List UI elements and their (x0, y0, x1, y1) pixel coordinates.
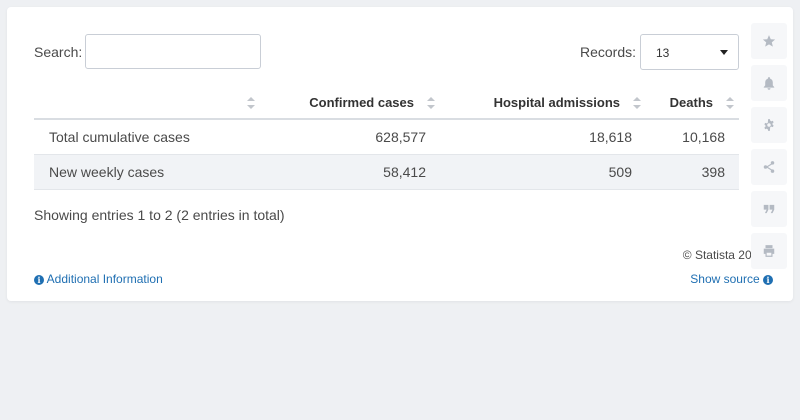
settings-button[interactable] (751, 107, 787, 143)
notification-button[interactable] (751, 65, 787, 101)
cite-button[interactable] (751, 191, 787, 227)
print-icon (763, 245, 775, 257)
records-select[interactable]: 13 (640, 34, 739, 70)
confirmed-cases-cell: 628,577 (260, 119, 440, 155)
bell-icon (763, 77, 775, 90)
bookmark-button[interactable] (751, 23, 787, 59)
table-row: New weekly cases 58,412 509 398 (34, 154, 739, 190)
sort-icon (247, 97, 255, 109)
quote-icon (763, 204, 775, 214)
column-header-confirmed-cases[interactable]: Confirmed cases (260, 86, 440, 120)
data-table: Confirmed cases Hospital admissions Deat… (34, 86, 739, 190)
search-input[interactable] (85, 34, 261, 69)
entries-summary: Showing entries 1 to 2 (2 entries in tot… (34, 207, 285, 223)
deaths-cell: 10,168 (646, 119, 739, 155)
row-label: New weekly cases (34, 154, 260, 190)
share-icon (763, 161, 775, 173)
gear-icon (764, 119, 774, 131)
sort-icon (427, 97, 435, 109)
deaths-cell: 398 (646, 154, 739, 190)
confirmed-cases-cell: 58,412 (260, 154, 440, 190)
table-row: Total cumulative cases 628,577 18,618 10… (34, 119, 739, 155)
share-button[interactable] (751, 149, 787, 185)
sort-icon (726, 97, 734, 109)
statistic-card: Search: Records: 13 Confirmed cases Hosp… (7, 7, 793, 301)
additional-information-label: Additional Information (46, 272, 163, 286)
hospital-admissions-cell: 18,618 (440, 119, 646, 155)
chevron-down-icon (720, 50, 728, 55)
show-source-label: Show source (690, 272, 760, 286)
search-label: Search: (34, 44, 83, 60)
sort-icon (633, 97, 641, 109)
row-label: Total cumulative cases (34, 119, 260, 155)
print-button[interactable] (751, 233, 787, 269)
hospital-admissions-cell: 509 (440, 154, 646, 190)
records-label: Records: (580, 44, 637, 60)
column-header-hospital-admissions[interactable]: Hospital admissions (440, 86, 646, 120)
column-header-label[interactable] (34, 86, 260, 120)
records-select-value: 13 (656, 46, 670, 60)
info-icon: i (34, 275, 44, 285)
column-header-deaths[interactable]: Deaths (646, 86, 739, 120)
info-icon: i (763, 275, 773, 285)
side-toolbar (751, 23, 787, 275)
additional-information-link[interactable]: i Additional Information (34, 272, 163, 286)
table-header-row: Confirmed cases Hospital admissions Deat… (34, 86, 739, 120)
star-icon (762, 35, 776, 47)
